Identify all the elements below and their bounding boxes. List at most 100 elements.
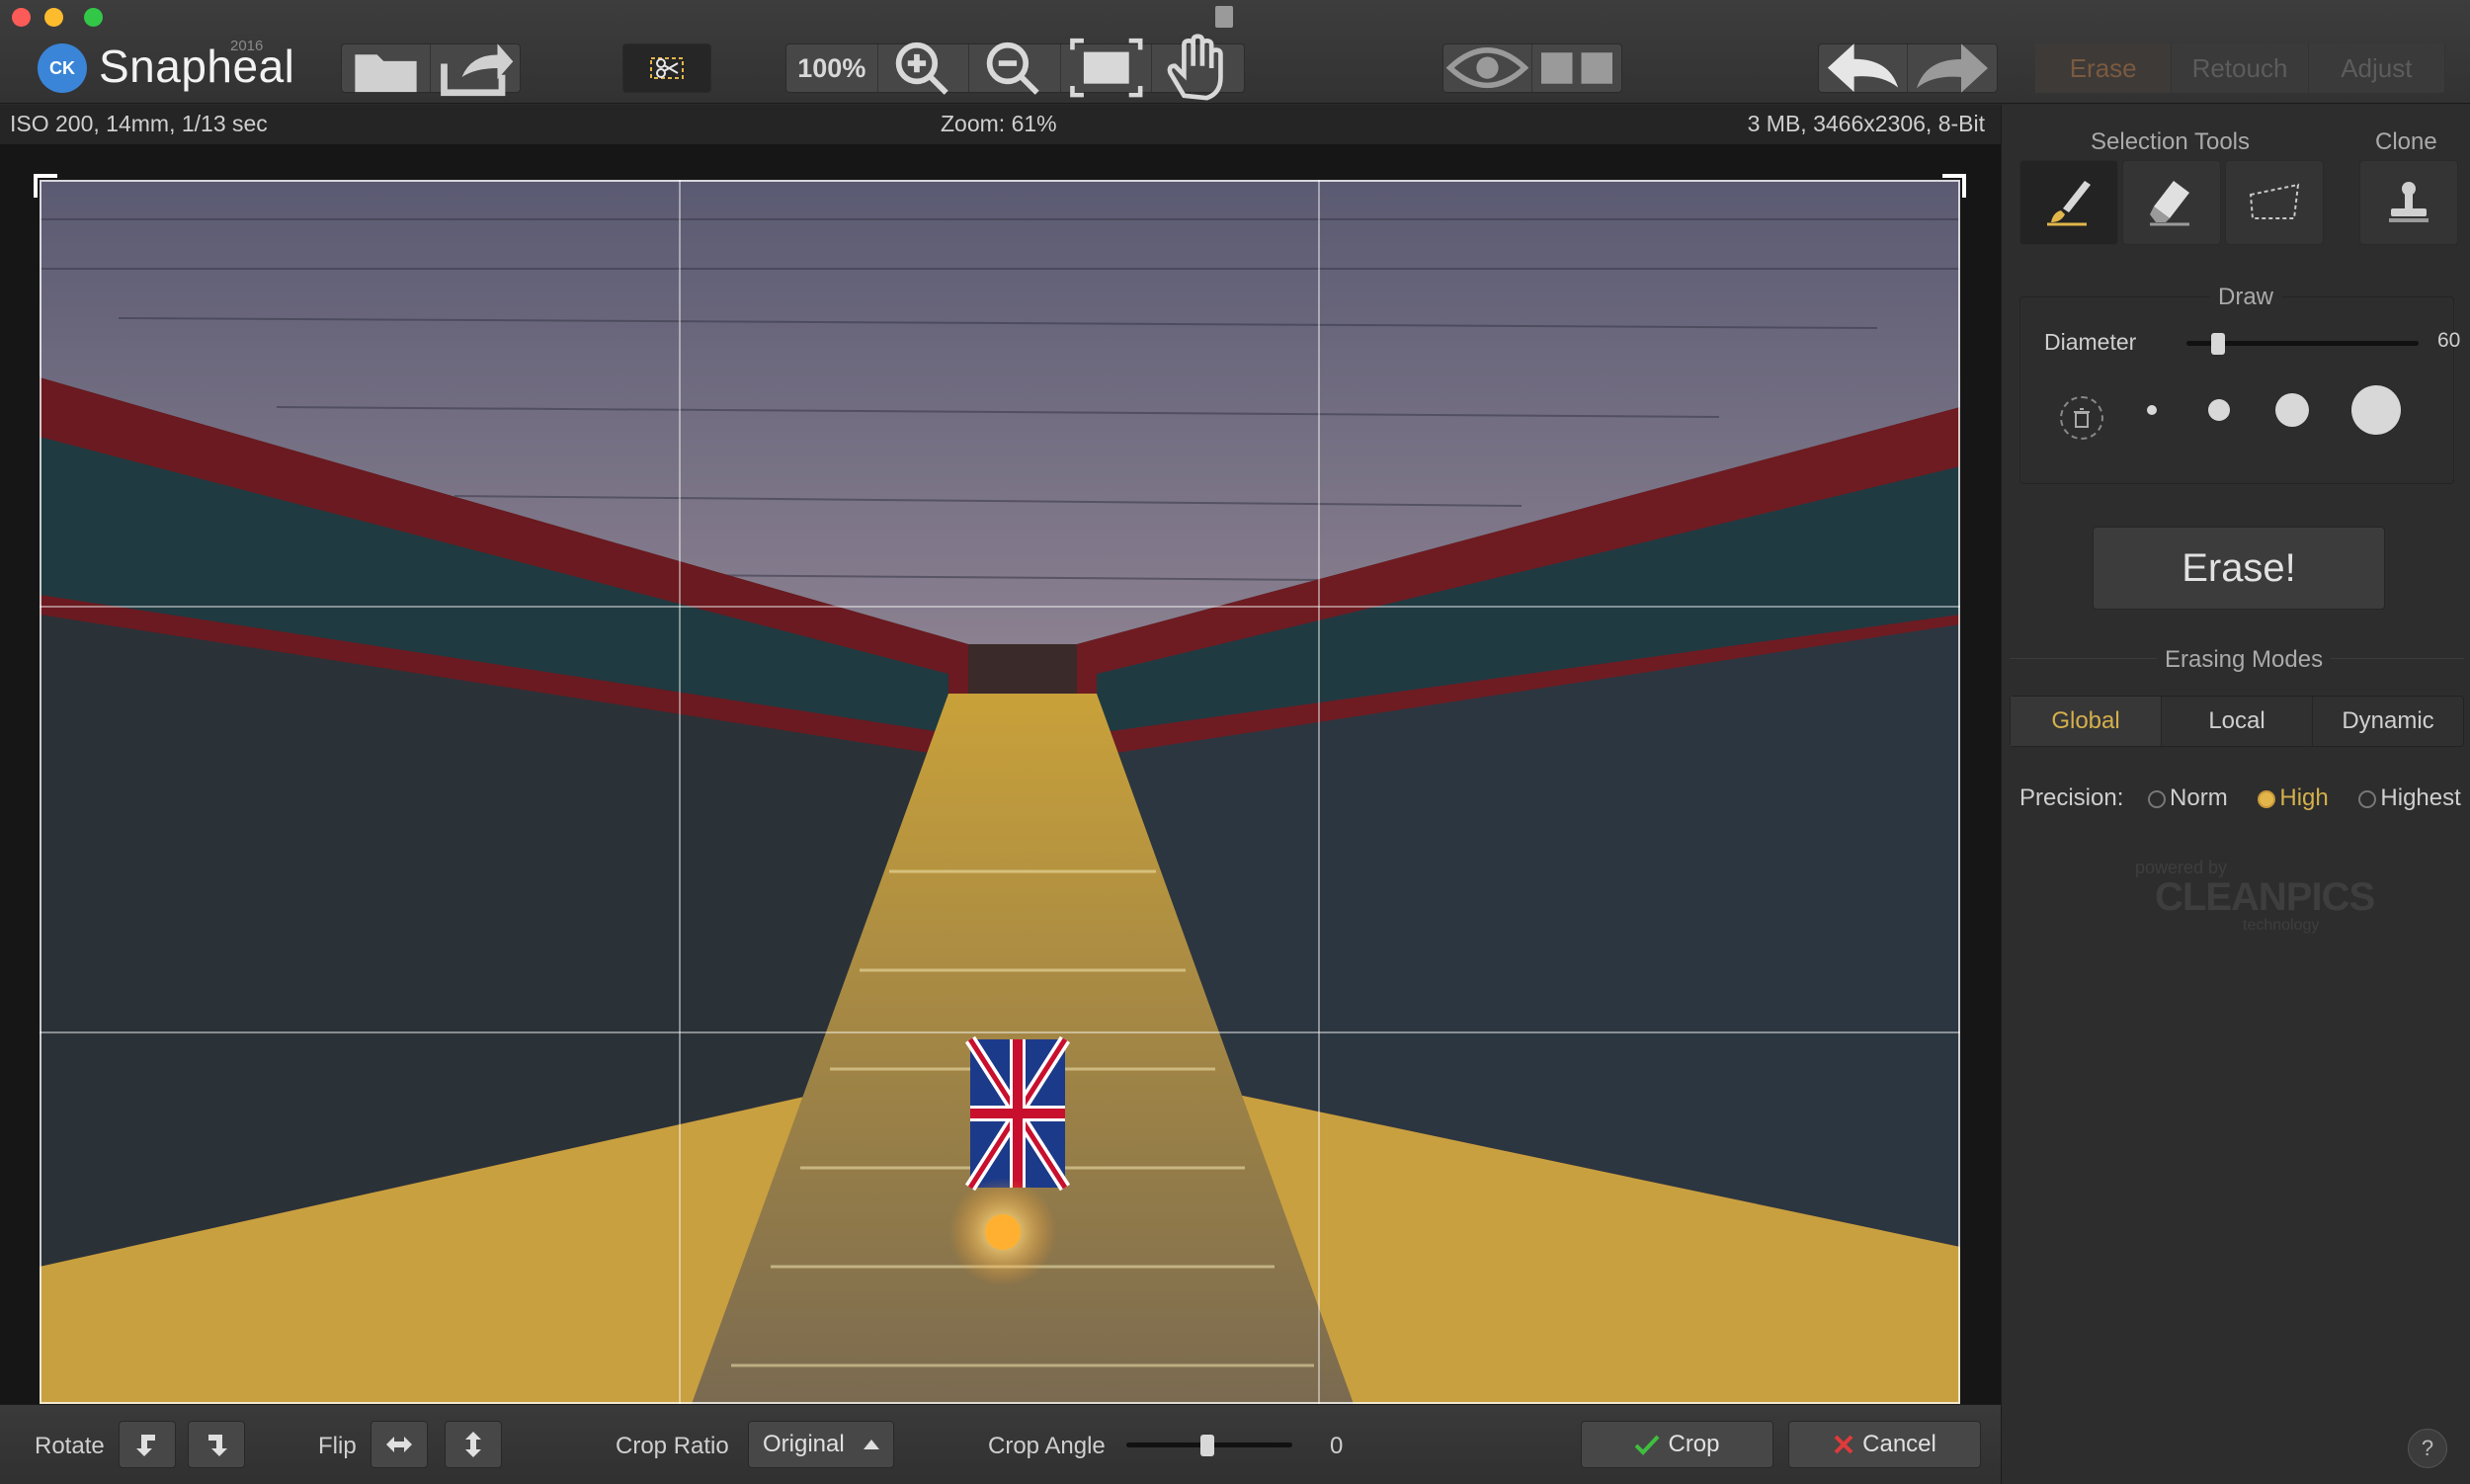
- brush-size-xlarge[interactable]: [2351, 385, 2401, 435]
- brush-size-small[interactable]: [2147, 405, 2157, 415]
- crop-ratio-value: Original: [763, 1431, 845, 1457]
- zoom-in-icon: [895, 42, 948, 96]
- rotate-left-button[interactable]: [119, 1421, 176, 1468]
- info-bar: ISO 200, 14mm, 1/13 sec Zoom: 61% 3 MB, …: [0, 105, 2001, 144]
- crop-button-label: Crop: [1668, 1431, 1720, 1457]
- title-toolbar: CK Snapheal 2016 100% Erase Retouch Adju…: [0, 0, 2470, 104]
- precision-row: Precision: Norm High Highest: [2019, 784, 2461, 812]
- precision-highest[interactable]: Highest: [2358, 784, 2461, 811]
- radio-high[interactable]: [2258, 789, 2276, 808]
- app-year: 2016: [230, 38, 264, 54]
- draw-panel: Draw Diameter 60: [2019, 284, 2460, 484]
- chevron-up-icon: [864, 1440, 879, 1449]
- selection-tools-title: Selection Tools: [2091, 128, 2250, 155]
- redo-button[interactable]: [1908, 43, 1997, 93]
- flip-horizontal-icon: [386, 1437, 412, 1452]
- tab-retouch[interactable]: Retouch: [2172, 43, 2309, 93]
- radio-highest[interactable]: [2358, 789, 2377, 808]
- zoom-100-button[interactable]: 100%: [786, 44, 878, 92]
- precision-high[interactable]: High: [2258, 784, 2329, 811]
- cleanpics-logo: CLEANPICS: [2155, 875, 2375, 919]
- flip-label: Flip: [318, 1433, 357, 1459]
- share-button[interactable]: [431, 43, 520, 97]
- clear-selection-button[interactable]: [2060, 396, 2103, 440]
- precision-highest-label: Highest: [2380, 784, 2461, 811]
- minimize-window-button[interactable]: [44, 8, 63, 27]
- precision-label: Precision:: [2019, 784, 2124, 811]
- tab-adjust[interactable]: Adjust: [2309, 43, 2445, 93]
- zoom-out-button[interactable]: [969, 42, 1061, 96]
- lasso-tool-button[interactable]: [2225, 160, 2324, 245]
- crop-ratio-label: Crop Ratio: [616, 1433, 729, 1459]
- erasing-modes-title: Erasing Modes: [2157, 646, 2332, 674]
- crop-tool-button[interactable]: [622, 43, 711, 93]
- view-button-group: [1442, 43, 1622, 93]
- open-button[interactable]: [342, 44, 431, 93]
- file-info: 3 MB, 3466x2306, 8-Bit: [1747, 111, 1985, 136]
- fit-screen-icon: [1069, 39, 1143, 98]
- undo-button[interactable]: [1819, 43, 1908, 93]
- brush-tool-button[interactable]: [2019, 160, 2118, 245]
- crop-handle-top-left[interactable]: [34, 174, 57, 198]
- crop-angle-label: Crop Angle: [988, 1433, 1106, 1459]
- brush-size-medium[interactable]: [2208, 399, 2230, 421]
- diameter-value: 60: [2437, 329, 2461, 352]
- compare-button[interactable]: [1532, 44, 1621, 92]
- tab-erase[interactable]: Erase: [2035, 43, 2173, 93]
- zoom-in-button[interactable]: [878, 42, 970, 96]
- hand-tool-button[interactable]: [1152, 34, 1244, 101]
- precision-high-label: High: [2279, 784, 2329, 811]
- precision-norm-label: Norm: [2170, 784, 2228, 811]
- rotate-label: Rotate: [35, 1433, 105, 1459]
- mode-local[interactable]: Local: [2162, 697, 2313, 746]
- preview-button[interactable]: [1443, 44, 1532, 92]
- file-button-group: [341, 43, 521, 97]
- eraser-tool-button[interactable]: [2122, 160, 2221, 245]
- draw-title: Draw: [2210, 284, 2282, 311]
- cancel-button[interactable]: Cancel: [1788, 1421, 1981, 1468]
- flip-vertical-icon: [465, 1432, 481, 1457]
- zoom-out-icon: [986, 42, 1039, 96]
- crop-angle-value: 0: [1330, 1433, 1344, 1459]
- cleanpics-sub: technology: [2243, 917, 2320, 934]
- image-canvas[interactable]: [0, 144, 2001, 1404]
- cancel-button-label: Cancel: [1862, 1431, 1936, 1457]
- crop-handle-top-right[interactable]: [1942, 174, 1966, 198]
- exif-info: ISO 200, 14mm, 1/13 sec: [10, 111, 268, 136]
- brush-size-large[interactable]: [2275, 393, 2309, 427]
- app-logo: CK: [38, 43, 87, 93]
- check-icon: [1635, 1435, 1660, 1455]
- brush-icon: [2047, 181, 2091, 226]
- crop-button[interactable]: Crop: [1581, 1421, 1773, 1468]
- diameter-knob[interactable]: [2211, 333, 2225, 355]
- precision-norm[interactable]: Norm: [2148, 784, 2228, 811]
- erase-button[interactable]: Erase!: [2093, 527, 2385, 610]
- close-window-button[interactable]: [12, 8, 31, 27]
- rotate-right-button[interactable]: [188, 1421, 245, 1468]
- flip-horizontal-button[interactable]: [370, 1421, 428, 1468]
- share-icon: [441, 43, 514, 97]
- app-name: Snapheal: [99, 41, 295, 92]
- compare-icon: [1541, 52, 1612, 84]
- fit-screen-button[interactable]: [1061, 39, 1153, 98]
- crop-angle-knob[interactable]: [1200, 1435, 1214, 1456]
- rotate-right-icon: [208, 1435, 227, 1456]
- clone-stamp-button[interactable]: [2359, 160, 2458, 245]
- crop-bottom-bar: Rotate Flip Crop Ratio Original Crop Ang…: [0, 1404, 2001, 1484]
- mode-global[interactable]: Global: [2011, 697, 2162, 746]
- close-icon: [1834, 1435, 1853, 1454]
- crop-tool-icon: [650, 57, 684, 79]
- flip-vertical-button[interactable]: [445, 1421, 502, 1468]
- rotate-left-icon: [136, 1435, 155, 1456]
- document-icon: [1215, 6, 1233, 28]
- stamp-icon: [2389, 182, 2429, 222]
- help-button[interactable]: ?: [2408, 1429, 2447, 1468]
- crop-frame[interactable]: [40, 180, 1960, 1404]
- crop-ratio-select[interactable]: Original: [748, 1421, 894, 1468]
- mode-dynamic[interactable]: Dynamic: [2313, 697, 2463, 746]
- mode-tabs: Erase Retouch Adjust: [2035, 43, 2445, 93]
- zoom-window-button[interactable]: [84, 8, 103, 27]
- diameter-label: Diameter: [2044, 329, 2137, 355]
- history-button-group: [1818, 43, 1998, 93]
- radio-norm[interactable]: [2148, 789, 2167, 808]
